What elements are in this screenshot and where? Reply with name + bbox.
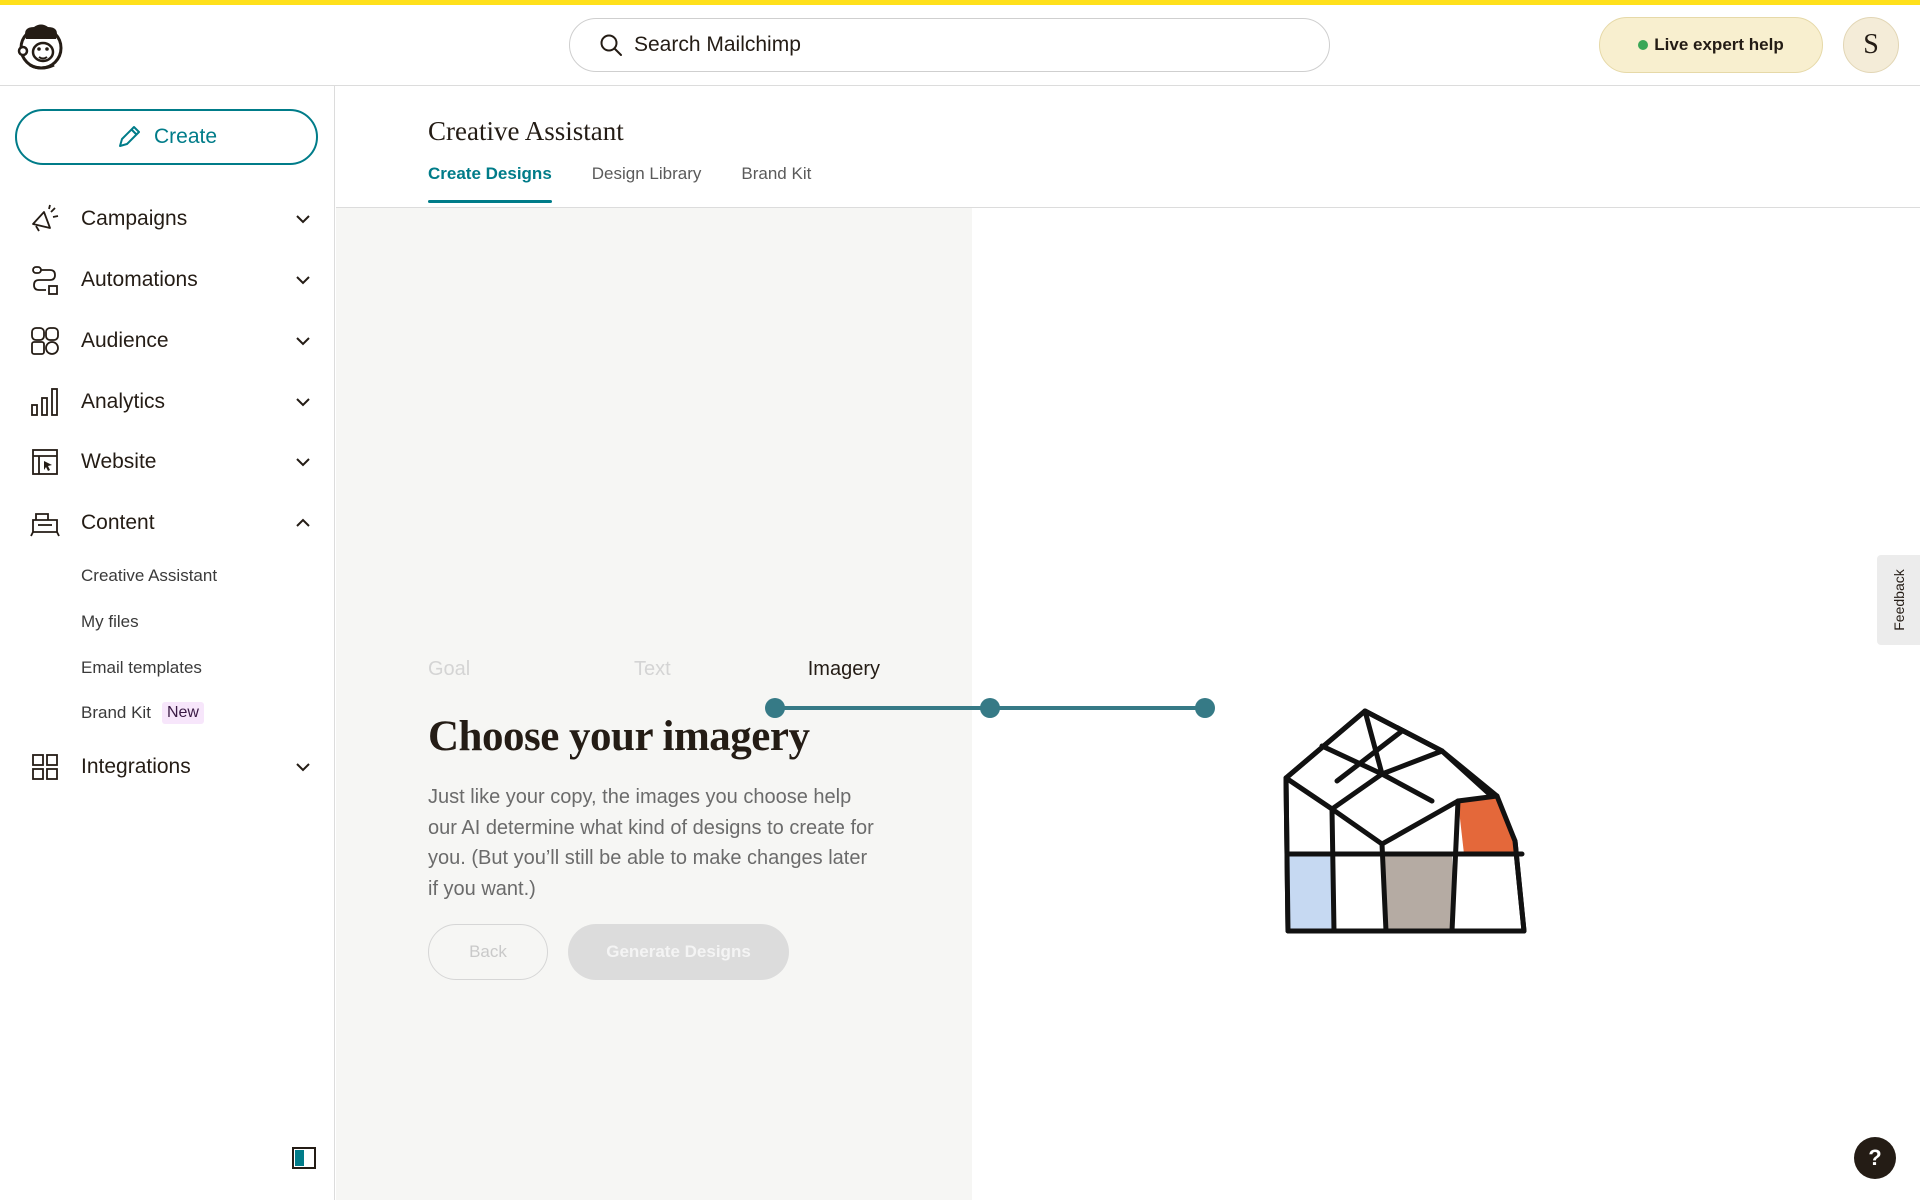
- audience-icon: [31, 327, 59, 355]
- step-label-text: Text: [634, 658, 671, 680]
- feedback-label: Feedback: [1891, 569, 1907, 631]
- step-heading: Choose your imagery: [428, 713, 810, 760]
- main-content: Creative Assistant Create Designs Design…: [336, 86, 1920, 1200]
- content-icon: [30, 513, 60, 537]
- chevron-down-icon: [296, 215, 310, 224]
- sidebar-item-integrations[interactable]: Integrations: [0, 742, 335, 792]
- tab-design-library[interactable]: Design Library: [592, 164, 702, 204]
- sidebar-subitem-label: Email templates: [81, 658, 202, 677]
- step-labels: Goal Text Imagery: [428, 658, 880, 684]
- sidebar-item-analytics[interactable]: Analytics: [0, 377, 335, 427]
- step-dot-text: [980, 698, 1000, 718]
- sidebar-item-content[interactable]: Content: [0, 498, 335, 548]
- sidebar-item-campaigns[interactable]: Campaigns: [0, 194, 335, 244]
- create-label: Create: [153, 125, 218, 148]
- help-button[interactable]: ?: [1854, 1137, 1896, 1179]
- tab-brand-kit[interactable]: Brand Kit: [741, 164, 811, 204]
- live-expert-help-button[interactable]: Live expert help: [1599, 17, 1823, 73]
- back-button[interactable]: Back: [428, 924, 548, 980]
- bar-chart-icon: [31, 388, 58, 416]
- chevron-down-icon: [296, 458, 310, 467]
- collapse-sidebar-icon[interactable]: [292, 1147, 316, 1169]
- search-input[interactable]: [634, 33, 1274, 57]
- sidebar-item-label: Automations: [81, 268, 198, 291]
- sidebar-subitem-email-templates[interactable]: Email templates: [81, 658, 202, 678]
- chevron-down-icon: [296, 337, 310, 346]
- user-avatar[interactable]: S: [1843, 17, 1899, 73]
- new-badge: New: [161, 702, 204, 724]
- sidebar-subitem-creative-assistant[interactable]: Creative Assistant: [81, 566, 217, 586]
- sidebar-item-label: Content: [81, 511, 155, 534]
- step-description: Just like your copy, the images you choo…: [428, 786, 874, 900]
- sidebar-subitem-brand-kit[interactable]: Brand Kit New: [81, 702, 204, 724]
- sidebar-subitem-label: My files: [81, 612, 139, 631]
- chevron-up-icon: [296, 518, 310, 527]
- step-dot-imagery: [1195, 698, 1215, 718]
- pencil-icon: [118, 126, 140, 147]
- step-progress: [765, 698, 1215, 718]
- sidebar-subitem-my-files[interactable]: My files: [81, 612, 139, 632]
- mailchimp-logo-icon[interactable]: [14, 19, 68, 73]
- online-status-dot: [1638, 40, 1649, 50]
- chevron-down-icon: [296, 276, 310, 285]
- automation-icon: [32, 266, 58, 295]
- grid-icon: [32, 754, 58, 780]
- feedback-tab[interactable]: Feedback: [1877, 555, 1920, 645]
- tab-bar: Create Designs Design Library Brand Kit: [428, 164, 851, 204]
- tab-create-designs[interactable]: Create Designs: [428, 164, 552, 204]
- sidebar-item-label: Integrations: [81, 755, 191, 778]
- create-button[interactable]: Create: [15, 109, 318, 165]
- chevron-down-icon: [296, 398, 310, 407]
- megaphone-icon: [32, 204, 59, 232]
- sidebar-item-automations[interactable]: Automations: [0, 255, 335, 305]
- sidebar-item-label: Campaigns: [81, 207, 188, 230]
- step-label-goal: Goal: [428, 658, 471, 680]
- sidebar-item-label: Analytics: [81, 390, 166, 413]
- chevron-down-icon: [296, 763, 310, 772]
- sidebar-subitem-label: Brand Kit: [81, 703, 151, 722]
- sidebar-item-label: Audience: [81, 329, 169, 352]
- sidebar-subitem-label: Creative Assistant: [81, 566, 218, 585]
- generate-designs-button[interactable]: Generate Designs: [568, 924, 789, 980]
- step-label-imagery: Imagery: [807, 658, 880, 680]
- sidebar-item-audience[interactable]: Audience: [0, 316, 335, 366]
- live-help-label: Live expert help: [1654, 35, 1784, 54]
- search-bar[interactable]: [569, 18, 1330, 72]
- mosaic-house-illustration: [1283, 708, 1527, 934]
- sidebar: Create Campaigns Automations Audience An…: [0, 86, 335, 1200]
- search-icon: [600, 34, 622, 56]
- website-icon: [32, 449, 58, 475]
- page-title: Creative Assistant: [428, 116, 624, 146]
- sidebar-item-label: Website: [81, 450, 157, 473]
- sidebar-item-website[interactable]: Website: [0, 437, 335, 487]
- top-header: Live expert help S: [0, 5, 1920, 86]
